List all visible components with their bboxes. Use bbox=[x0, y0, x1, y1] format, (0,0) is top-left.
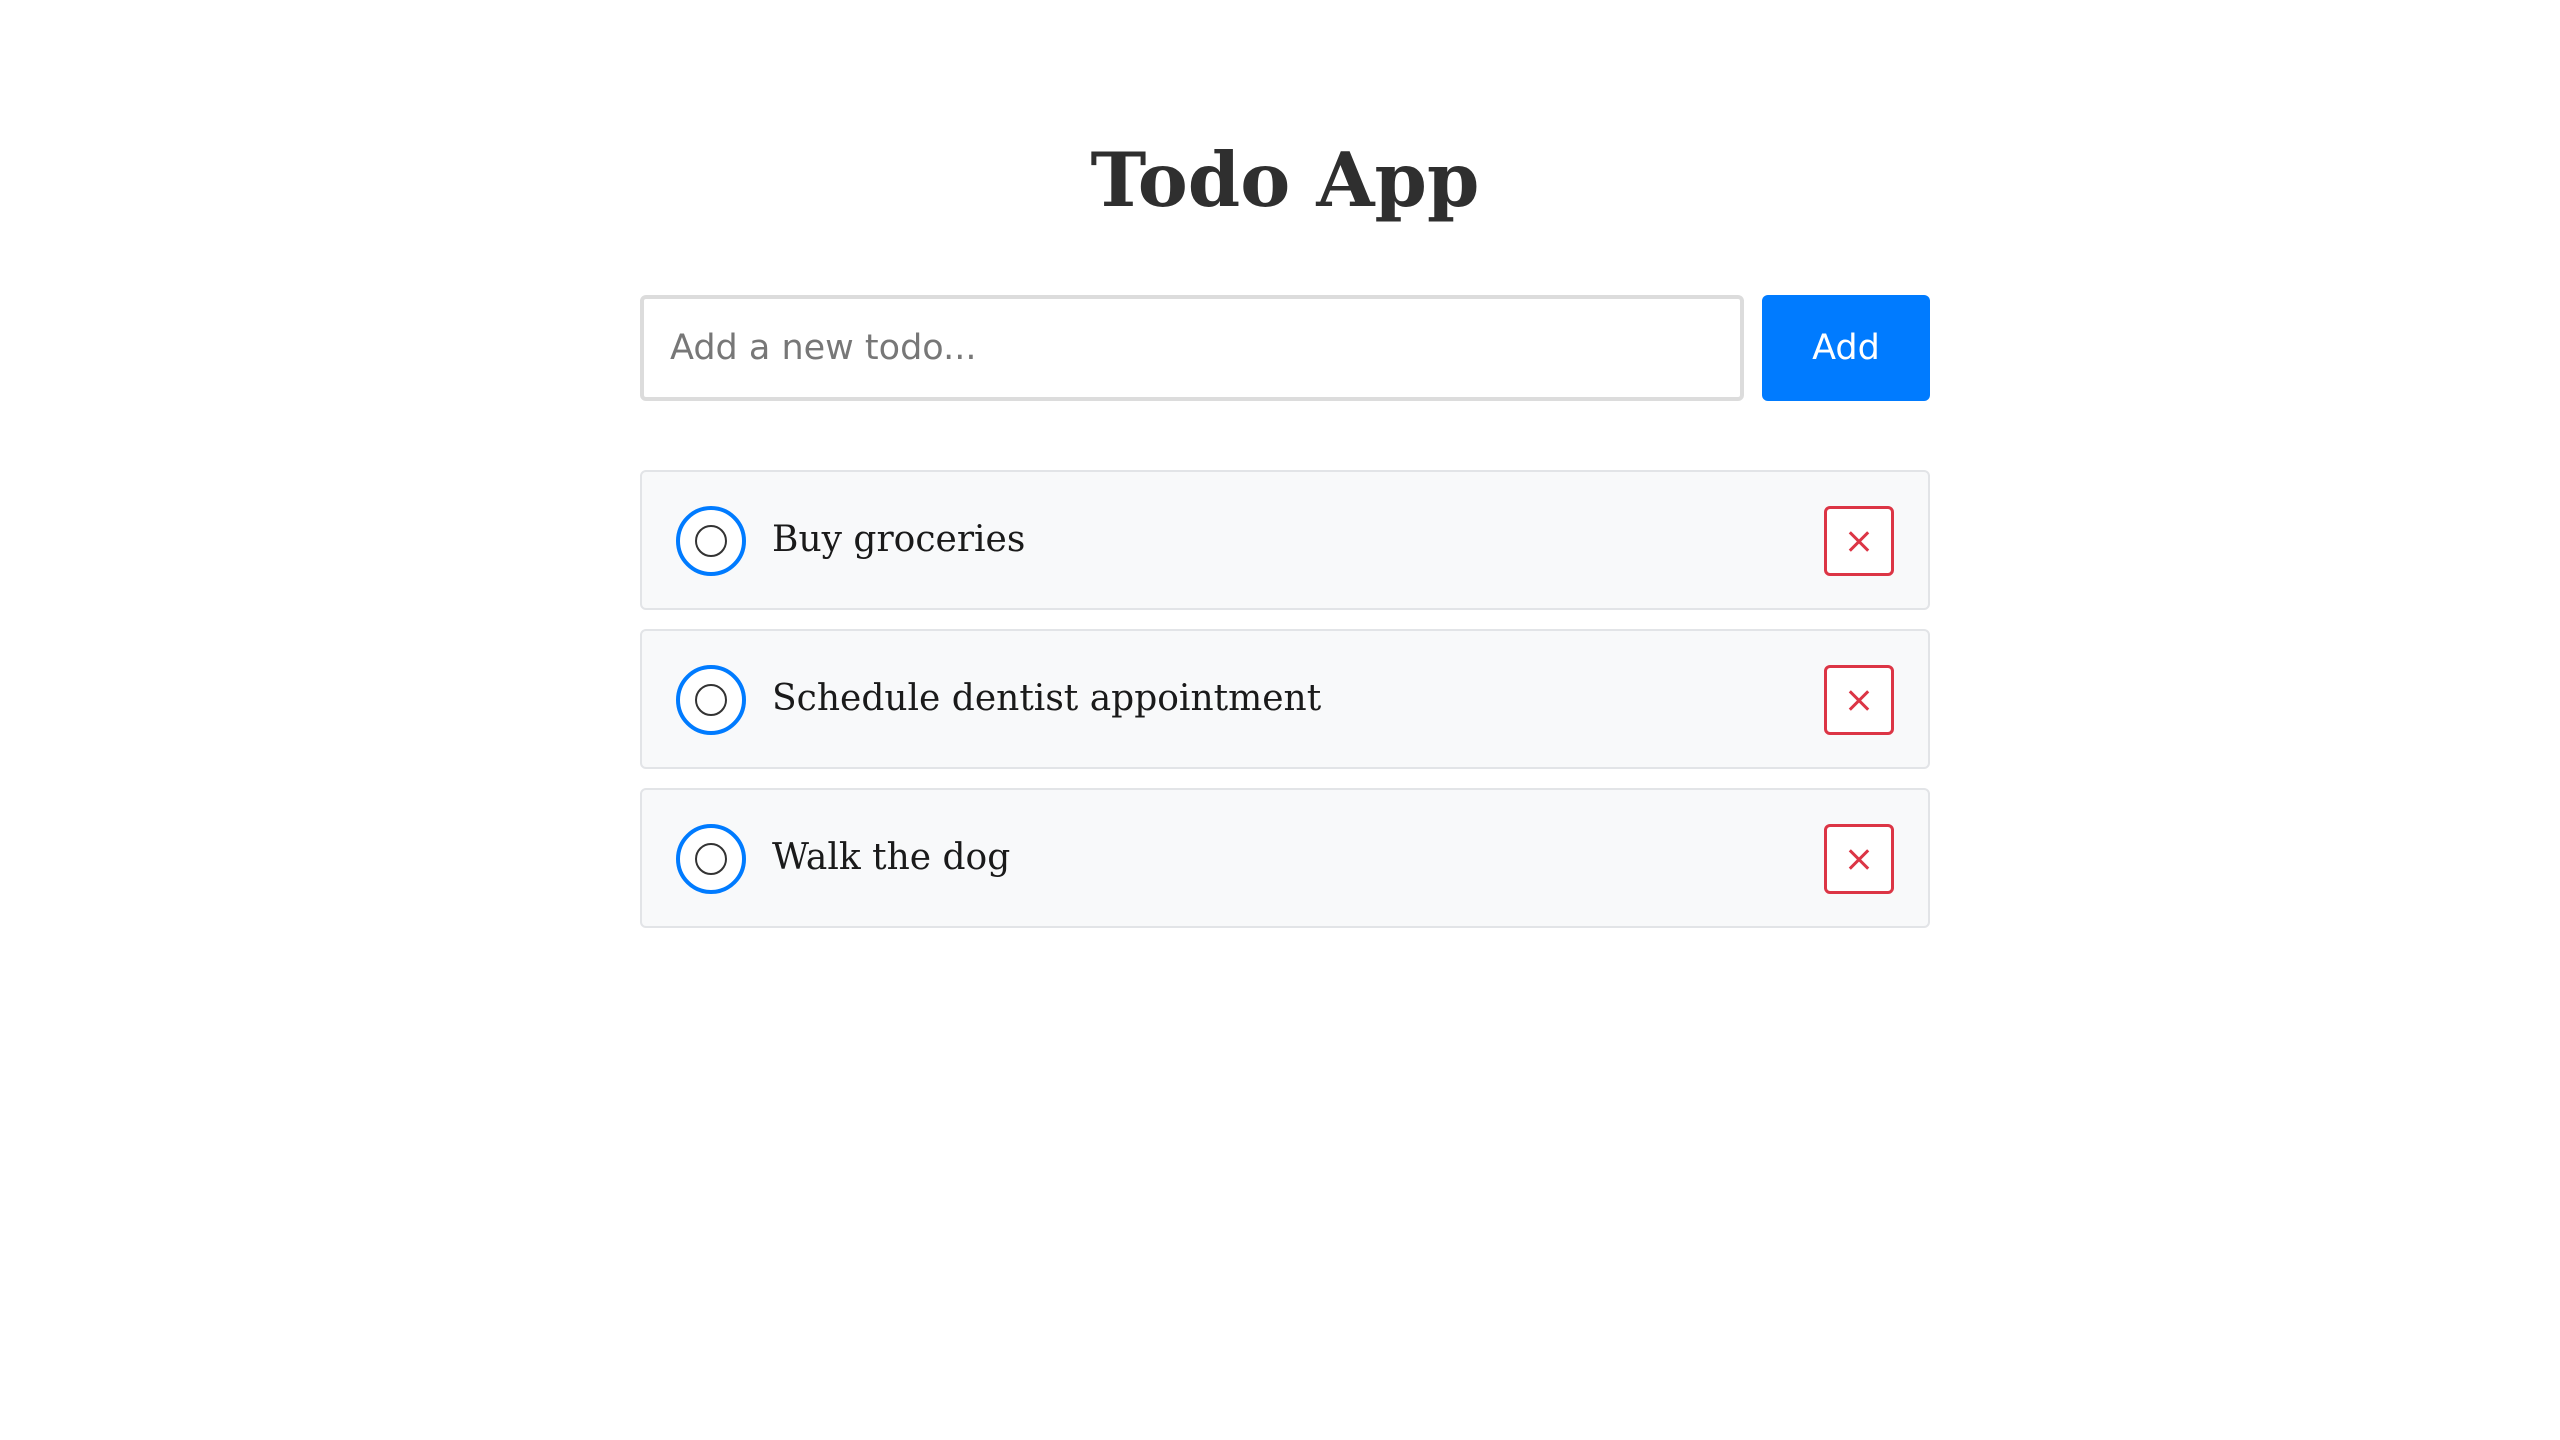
circle-icon bbox=[695, 525, 727, 557]
delete-todo-button[interactable] bbox=[1824, 665, 1894, 735]
todo-item: Buy groceries bbox=[640, 470, 1930, 610]
todo-item: Schedule dentist appointment bbox=[640, 629, 1930, 769]
todo-text: Buy groceries bbox=[772, 519, 1026, 560]
new-todo-input[interactable] bbox=[640, 295, 1744, 401]
new-todo-form: Add bbox=[640, 295, 1930, 401]
delete-todo-button[interactable] bbox=[1824, 506, 1894, 576]
close-icon bbox=[1848, 848, 1870, 870]
circle-icon bbox=[695, 684, 727, 716]
toggle-complete-button[interactable] bbox=[676, 824, 746, 894]
todo-list: Buy groceries Schedule dentist appointme… bbox=[640, 470, 1930, 947]
add-todo-button[interactable]: Add bbox=[1762, 295, 1930, 401]
close-icon bbox=[1848, 689, 1870, 711]
delete-todo-button[interactable] bbox=[1824, 824, 1894, 894]
toggle-complete-button[interactable] bbox=[676, 506, 746, 576]
toggle-complete-button[interactable] bbox=[676, 665, 746, 735]
close-icon bbox=[1848, 530, 1870, 552]
page-title: Todo App bbox=[1090, 136, 1480, 224]
todo-text: Schedule dentist appointment bbox=[772, 678, 1322, 719]
todo-item: Walk the dog bbox=[640, 788, 1930, 928]
circle-icon bbox=[695, 843, 727, 875]
todo-text: Walk the dog bbox=[772, 837, 1011, 878]
